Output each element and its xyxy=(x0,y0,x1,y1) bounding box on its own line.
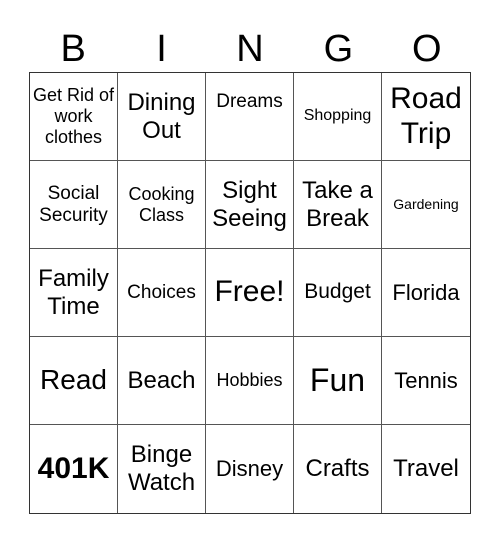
header-letter-n: N xyxy=(236,28,264,70)
bingo-cell[interactable]: Get Rid of work clothes xyxy=(30,73,118,161)
bingo-cell[interactable]: Take a Break xyxy=(294,161,382,249)
bingo-header: B I N G O xyxy=(29,26,471,72)
bingo-cell[interactable]: Disney xyxy=(206,425,294,513)
bingo-cell[interactable]: Road Trip xyxy=(382,73,470,161)
bingo-cell[interactable]: Florida xyxy=(382,249,470,337)
bingo-cell[interactable]: Budget xyxy=(294,249,382,337)
bingo-cell[interactable]: Gardening xyxy=(382,161,470,249)
bingo-cell[interactable]: Binge Watch xyxy=(118,425,206,513)
bingo-cell[interactable]: Social Security xyxy=(30,161,118,249)
bingo-cell[interactable]: 401K xyxy=(30,425,118,513)
bingo-cell[interactable]: Hobbies xyxy=(206,337,294,425)
bingo-cell[interactable]: Crafts xyxy=(294,425,382,513)
bingo-cell[interactable]: Travel xyxy=(382,425,470,513)
bingo-cell[interactable]: Sight Seeing xyxy=(206,161,294,249)
bingo-cell[interactable]: Family Time xyxy=(30,249,118,337)
bingo-cell[interactable]: Read xyxy=(30,337,118,425)
free-space-cell[interactable]: Free! xyxy=(206,249,294,337)
bingo-cell[interactable]: Choices xyxy=(118,249,206,337)
bingo-cell[interactable]: Shopping xyxy=(294,73,382,161)
bingo-cell[interactable]: Beach xyxy=(118,337,206,425)
header-letter-o: O xyxy=(411,28,442,70)
bingo-cell[interactable]: Dreams xyxy=(206,73,294,161)
bingo-grid: Get Rid of work clothes Dining Out Dream… xyxy=(29,72,471,514)
header-letter-i: I xyxy=(156,28,167,70)
bingo-cell[interactable]: Fun xyxy=(294,337,382,425)
bingo-cell[interactable]: Cooking Class xyxy=(118,161,206,249)
header-letter-g: G xyxy=(323,28,354,70)
bingo-cell[interactable]: Dining Out xyxy=(118,73,206,161)
bingo-cell[interactable]: Tennis xyxy=(382,337,470,425)
header-letter-b: B xyxy=(60,28,86,70)
